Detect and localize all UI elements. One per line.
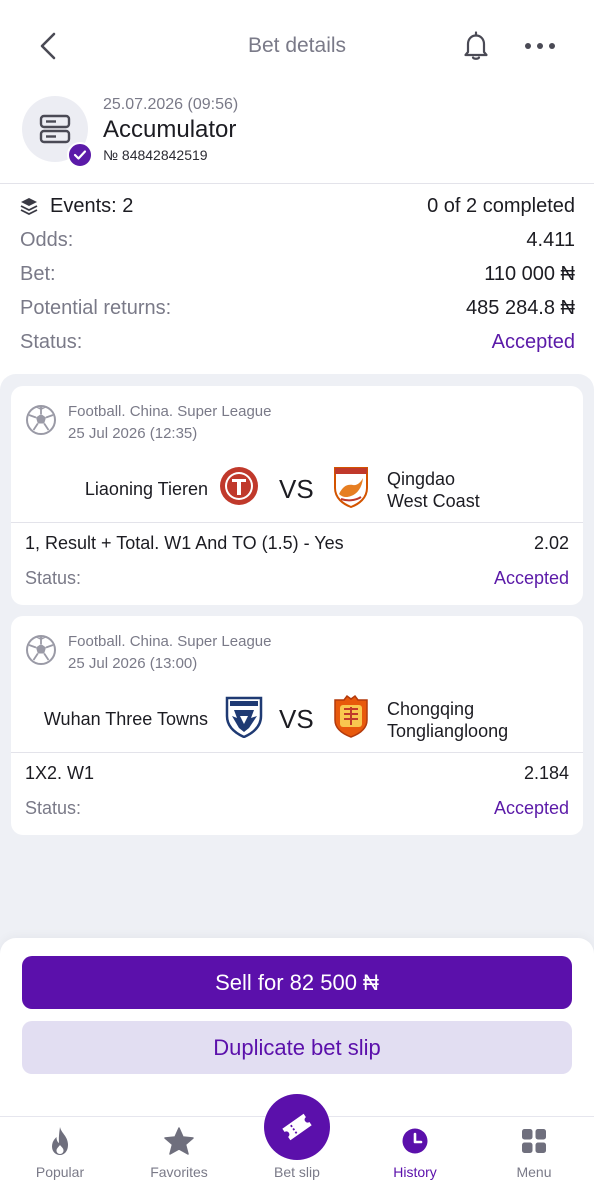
- selection-market: 1X2. W1: [25, 763, 95, 783]
- accepted-check-badge: [67, 142, 93, 168]
- selection-odds: 2.02: [533, 533, 569, 553]
- returns-value: 485 284.8 ₦: [466, 296, 575, 319]
- tab-history-label: History: [393, 1164, 437, 1180]
- status-label: Status:: [20, 330, 83, 353]
- vs-label: VS: [279, 704, 314, 734]
- selection-odds: 2.184: [523, 763, 569, 783]
- event-card[interactable]: Football. China. Super League 25 Jul 202…: [11, 386, 583, 605]
- grid-icon: [519, 1126, 549, 1156]
- tab-menu[interactable]: Menu: [475, 1124, 593, 1184]
- tab-favorites-label: Favorites: [150, 1164, 208, 1180]
- events-label-group: Events: 2: [20, 195, 133, 218]
- tab-popular[interactable]: Popular: [1, 1124, 119, 1184]
- status-badge: Accepted: [491, 330, 575, 353]
- bet-type: Accumulator: [103, 116, 237, 143]
- home-team: Wuhan Three Towns: [43, 709, 208, 729]
- tab-betslip-label: Bet slip: [274, 1164, 320, 1180]
- more-button[interactable]: [518, 26, 562, 66]
- tab-favorites[interactable]: Favorites: [120, 1124, 238, 1184]
- bet-date: 25.07.2026 (09:56): [103, 96, 239, 113]
- clock-icon: [400, 1126, 430, 1156]
- returns-label: Potential returns:: [20, 296, 172, 319]
- event-status-badge: Accepted: [493, 568, 569, 588]
- event-card[interactable]: Football. China. Super League 25 Jul 202…: [11, 616, 583, 835]
- event-status-badge: Accepted: [493, 798, 569, 818]
- vs-label: VS: [279, 474, 314, 504]
- odds-label: Odds:: [20, 228, 74, 251]
- stake-value: 110 000 ₦: [484, 262, 575, 285]
- divider: [11, 752, 583, 753]
- check-icon: [73, 150, 87, 160]
- away-team: Chongqing Tongliangloong: [387, 698, 508, 742]
- odds-value: 4.411: [526, 228, 575, 251]
- tab-betslip[interactable]: [264, 1094, 330, 1160]
- returns-row: Potential returns: 485 284.8 ₦: [20, 293, 575, 323]
- bell-icon: [464, 31, 488, 60]
- stake-label: Bet:: [20, 262, 56, 285]
- tab-history[interactable]: History: [356, 1124, 474, 1184]
- bet-number: № 84842842519: [103, 147, 208, 163]
- duplicate-bet-slip-button[interactable]: Duplicate bet slip: [22, 1021, 572, 1074]
- event-status-label: Status:: [25, 568, 82, 588]
- event-status-label: Status:: [25, 798, 82, 818]
- away-team: Qingdao West Coast: [387, 468, 480, 512]
- away-team-line2: Tongliangloong: [387, 721, 509, 741]
- divider: [11, 522, 583, 523]
- bet-summary: 25.07.2026 (09:56) Accumulator № 8484284…: [0, 92, 594, 182]
- completed-count: 0 of 2 completed: [427, 194, 575, 217]
- page-title: Bet details: [247, 34, 347, 57]
- wuhan-three-towns-logo-icon: [225, 696, 263, 738]
- tab-popular-label: Popular: [35, 1164, 85, 1180]
- notifications-button[interactable]: [456, 26, 496, 66]
- flame-icon: [45, 1126, 75, 1156]
- football-icon: [26, 405, 56, 435]
- match-date: 25 Jul 2026 (13:00): [68, 655, 198, 672]
- layers-icon: [20, 198, 38, 215]
- odds-row: Odds: 4.411: [20, 225, 575, 255]
- league-name: Football. China. Super League: [68, 403, 272, 420]
- football-icon: [26, 635, 56, 665]
- selection-market: 1, Result + Total. W1 And TO (1.5) - Yes: [25, 533, 344, 553]
- star-icon: [164, 1126, 194, 1156]
- away-team-line1: Qingdao: [387, 469, 456, 489]
- ticket-icon: [282, 1113, 312, 1141]
- events-row: Events: 2 0 of 2 completed: [20, 191, 575, 221]
- liaoning-tieren-logo-icon: [220, 467, 258, 505]
- away-team-line2: West Coast: [387, 491, 480, 511]
- tab-menu-label: Menu: [516, 1164, 552, 1180]
- home-team: Liaoning Tieren: [84, 479, 208, 499]
- away-team-line1: Chongqing: [387, 699, 475, 719]
- accumulator-icon: [39, 114, 71, 144]
- more-dots-icon: [525, 43, 555, 49]
- match-date: 25 Jul 2026 (12:35): [68, 425, 198, 442]
- league-name: Football. China. Super League: [68, 633, 272, 650]
- stake-row: Bet: 110 000 ₦: [20, 259, 575, 289]
- chongqing-tongliangloong-logo-icon: [334, 694, 368, 738]
- events-label: Events: 2: [50, 194, 134, 217]
- divider: [0, 183, 594, 184]
- status-row: Status: Accepted: [20, 327, 575, 357]
- qingdao-west-coast-logo-icon: [334, 467, 368, 508]
- sell-bet-button[interactable]: Sell for 82 500 ₦: [22, 956, 572, 1009]
- header: Bet details: [0, 0, 594, 92]
